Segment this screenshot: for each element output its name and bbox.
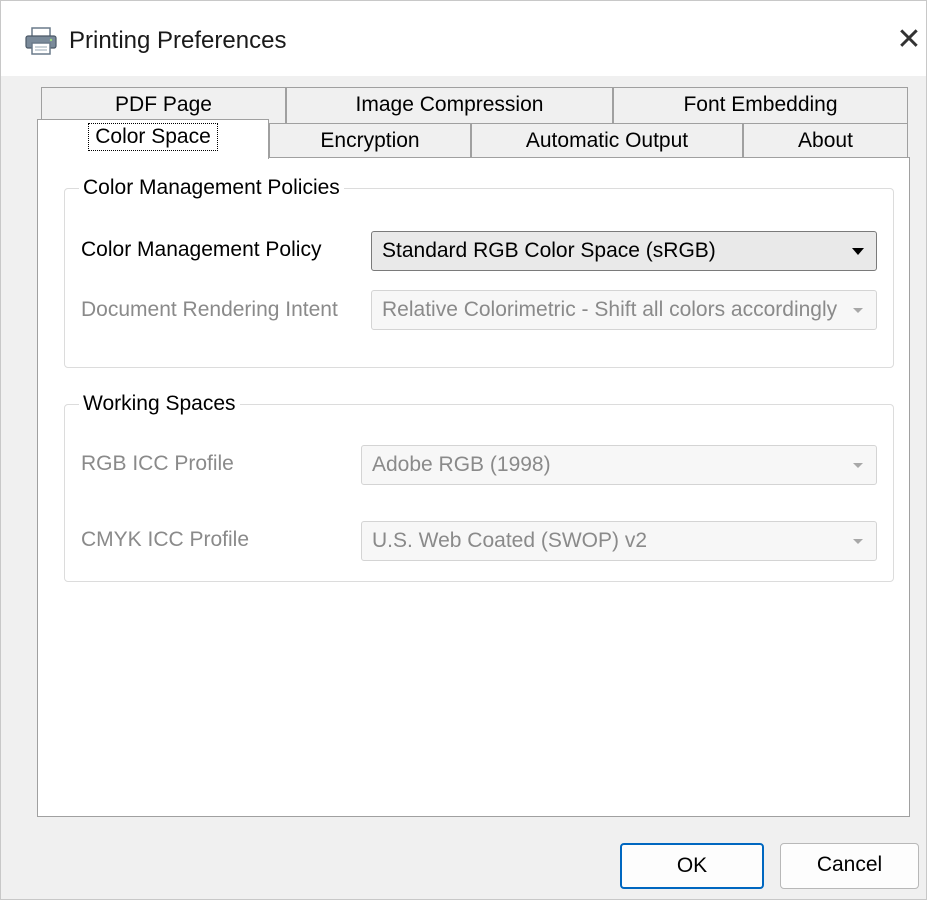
tab-automatic-output[interactable]: Automatic Output: [471, 123, 743, 158]
rgb-icc-profile-select[interactable]: Adobe RGB (1998): [361, 445, 877, 485]
tab-label: PDF Page: [115, 93, 212, 116]
tab-label: Automatic Output: [525, 129, 689, 152]
select-value: Relative Colorimetric - Shift all colors…: [382, 298, 842, 321]
document-rendering-intent-select[interactable]: Relative Colorimetric - Shift all colors…: [371, 290, 877, 330]
tab-pdf-page[interactable]: PDF Page: [41, 87, 286, 123]
ok-button[interactable]: OK: [620, 843, 764, 889]
tab-color-space[interactable]: Color Space: [37, 119, 269, 159]
chevron-down-icon: [853, 463, 863, 468]
tab-label: Font Embedding: [683, 93, 838, 116]
window-title: Printing Preferences: [69, 27, 287, 54]
color-management-group: Color Management Policies Color Manageme…: [64, 173, 894, 368]
working-spaces-group: Working Spaces RGB ICC Profile Adobe RGB…: [64, 389, 894, 582]
select-value: U.S. Web Coated (SWOP) v2: [372, 529, 648, 552]
chevron-down-icon: [853, 539, 863, 544]
select-value: Standard RGB Color Space (sRGB): [382, 239, 716, 262]
color-management-policy-label: Color Management Policy: [81, 238, 322, 261]
title-bar: Printing Preferences ✕: [1, 1, 926, 76]
printer-icon: [25, 27, 57, 55]
tab-label: Encryption: [320, 129, 420, 152]
cmyk-icc-profile-select[interactable]: U.S. Web Coated (SWOP) v2: [361, 521, 877, 561]
color-management-policy-select[interactable]: Standard RGB Color Space (sRGB): [371, 231, 877, 271]
tab-label: Image Compression: [355, 93, 544, 116]
tab-font-embedding[interactable]: Font Embedding: [613, 87, 908, 123]
tab-encryption[interactable]: Encryption: [269, 123, 471, 158]
tab-label: About: [798, 129, 853, 152]
tab-label: Color Space: [88, 123, 218, 151]
group-title: Color Management Policies: [79, 173, 344, 203]
close-button[interactable]: ✕: [891, 23, 927, 59]
tab-about[interactable]: About: [743, 123, 908, 158]
close-icon: ✕: [896, 23, 922, 56]
select-value: Adobe RGB (1998): [372, 453, 551, 476]
rgb-icc-profile-label: RGB ICC Profile: [81, 452, 234, 475]
tab-image-compression[interactable]: Image Compression: [286, 87, 613, 123]
document-rendering-intent-label: Document Rendering Intent: [81, 298, 338, 321]
cancel-button[interactable]: Cancel: [780, 843, 919, 889]
printing-preferences-dialog: Printing Preferences ✕ PDF Page Image Co…: [0, 0, 927, 900]
chevron-down-icon: [852, 248, 864, 255]
group-title: Working Spaces: [79, 389, 240, 419]
tab-panel-color-space: Color Management Policies Color Manageme…: [37, 157, 910, 817]
cmyk-icc-profile-label: CMYK ICC Profile: [81, 528, 250, 551]
chevron-down-icon: [853, 308, 863, 313]
